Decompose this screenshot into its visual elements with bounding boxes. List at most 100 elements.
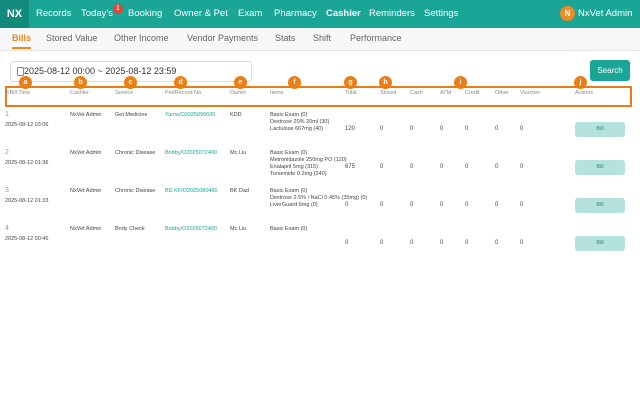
nav-pharmacy[interactable]: Pharmacy <box>274 0 317 28</box>
item-line: Dextrose 20% 20ml (30) <box>270 119 330 125</box>
cashier: NxVet Admin <box>70 226 102 232</box>
nav-owner-pet[interactable]: Owner & Pet <box>174 0 228 28</box>
header-bill-time: #/Bill Time <box>5 90 31 96</box>
row-number: 3 <box>5 187 9 194</box>
total: 120 <box>345 126 356 132</box>
header-items: Items <box>270 90 284 96</box>
bill-time: 2025-08-12 03:06 <box>5 122 49 128</box>
stored: 0 <box>380 164 384 170</box>
credit: 0 <box>465 126 469 132</box>
cashier: NxVet Admin <box>70 188 102 194</box>
atm: 0 <box>440 202 444 208</box>
cash: 0 <box>410 240 414 246</box>
tab-other-income[interactable]: Other Income <box>114 28 169 49</box>
calendar-icon <box>17 67 24 76</box>
total: 0 <box>345 202 349 208</box>
item-line: Metronidazole 250mg PO (120) <box>270 157 347 163</box>
row-number: 2 <box>5 149 9 156</box>
nav-exam[interactable]: Exam <box>238 0 262 28</box>
pet-record-link[interactable]: Bobby/O2025072400 <box>165 226 217 232</box>
tab-shift[interactable]: Shift <box>313 28 331 49</box>
row-number: 4 <box>5 225 9 232</box>
stored: 0 <box>380 240 384 246</box>
voucher: 0 <box>520 202 524 208</box>
header-total: Total <box>345 90 357 96</box>
nav-reminders[interactable]: Reminders <box>369 0 415 28</box>
service: Chronic Disease <box>115 188 156 194</box>
cash: 0 <box>410 164 414 170</box>
tab-bills[interactable]: Bills <box>12 28 32 49</box>
header-actions: Actions <box>575 90 594 96</box>
nav-settings[interactable]: Settings <box>424 0 458 28</box>
bill-button[interactable]: Bill <box>575 160 625 175</box>
date-range-value: 2025-08-12 00:00 ~ 2025-08-12 23:59 <box>24 66 177 76</box>
nav-records[interactable]: Records <box>36 0 71 28</box>
pet-record-link[interactable]: Bobby/O2025072400 <box>165 150 217 156</box>
item-line: Basic Exam (0) <box>270 188 308 194</box>
cashier-subtabs: Bills Stored Value Other Income Vendor P… <box>0 28 640 51</box>
tab-performance[interactable]: Performance <box>350 28 402 49</box>
other: 0 <box>495 126 499 132</box>
item-line: Dextrose 2.5% / NaCl 0.45% (35mg) (0) <box>270 195 368 201</box>
bill-time: 2025-08-12 00:46 <box>5 236 49 242</box>
header-voucher: Voucher <box>520 90 541 96</box>
cashier: NxVet Admin <box>70 150 102 156</box>
header-cash: Cash <box>410 90 423 96</box>
tab-vendor-payments[interactable]: Vendor Payments <box>187 28 258 49</box>
app-logo[interactable]: NX <box>0 0 29 28</box>
item-line: Enalapril 5mg (315) <box>270 164 318 170</box>
owner: KDD <box>230 112 242 118</box>
top-nav-bar: NX Records Today's 1 Booking Owner & Pet… <box>0 0 640 28</box>
atm: 0 <box>440 164 444 170</box>
item-line: Lactulose 667mg (40) <box>270 126 324 132</box>
bill-button[interactable]: Bill <box>575 122 625 137</box>
service: Body Check <box>115 226 145 232</box>
avatar[interactable]: N <box>560 6 575 21</box>
tab-stats[interactable]: Stats <box>275 28 296 49</box>
row-number: 1 <box>5 111 9 118</box>
header-service: Service <box>115 90 134 96</box>
owner: Mc Liu <box>230 226 247 232</box>
item-line: Basic Exam (0) <box>270 150 308 156</box>
atm: 0 <box>440 240 444 246</box>
nav-booking[interactable]: Booking <box>128 0 162 28</box>
header-other: Other <box>495 90 509 96</box>
atm: 0 <box>440 126 444 132</box>
header-pet-record: Pet/Record No. <box>165 90 203 96</box>
other: 0 <box>495 202 499 208</box>
stored: 0 <box>380 126 384 132</box>
header-cashier: Cashier <box>70 90 89 96</box>
tab-stored-value[interactable]: Stored Value <box>46 28 97 49</box>
item-line: LiverGuard 6mg (0) <box>270 202 318 208</box>
cashier: NxVet Admin <box>70 112 102 118</box>
other: 0 <box>495 164 499 170</box>
header-atm: ATM <box>440 90 452 96</box>
service: Get Medicine <box>115 112 148 118</box>
todays-count-badge: 1 <box>113 4 123 14</box>
credit: 0 <box>465 202 469 208</box>
voucher: 0 <box>520 240 524 246</box>
owner: BK Dad <box>230 188 249 194</box>
bill-button[interactable]: Bill <box>575 236 625 251</box>
pet-record-link[interactable]: BD KF/O2025080460 <box>165 188 218 194</box>
item-line: Torsemide 0.2mg (240) <box>270 171 327 177</box>
search-button[interactable]: Search <box>590 60 630 81</box>
voucher: 0 <box>520 164 524 170</box>
other: 0 <box>495 240 499 246</box>
header-credit: Credit <box>465 90 480 96</box>
total: 675 <box>345 164 356 170</box>
nav-todays[interactable]: Today's <box>81 0 113 28</box>
stored: 0 <box>380 202 384 208</box>
credit: 0 <box>465 164 469 170</box>
pet-record-link[interactable]: Yama/O2025090600 <box>165 112 215 118</box>
bill-time: 2025-08-12 01:36 <box>5 160 49 166</box>
owner: Mc Liu <box>230 150 247 156</box>
credit: 0 <box>465 240 469 246</box>
item-line: Basic Exam (0) <box>270 226 308 232</box>
nav-cashier[interactable]: Cashier <box>326 0 361 28</box>
item-line: Basic Exam (0) <box>270 112 308 118</box>
bill-button[interactable]: Bill <box>575 198 625 213</box>
user-name[interactable]: NxVet Admin <box>578 0 632 28</box>
voucher: 0 <box>520 126 524 132</box>
cash: 0 <box>410 126 414 132</box>
